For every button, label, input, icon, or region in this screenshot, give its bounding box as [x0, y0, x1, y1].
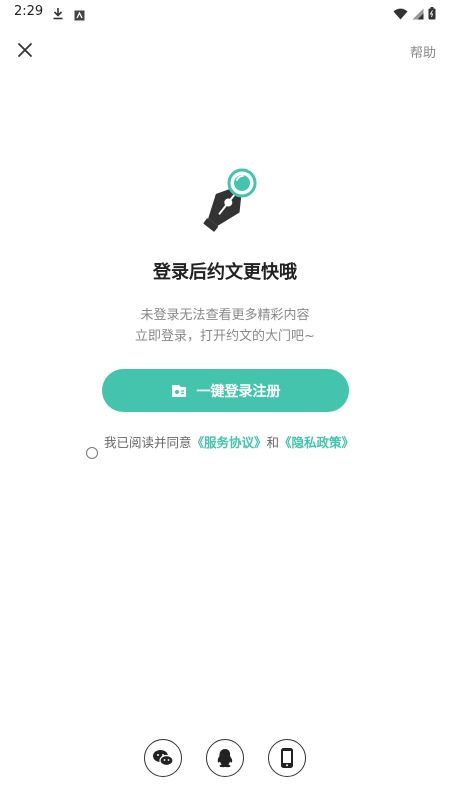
close-icon: [18, 43, 32, 57]
download-icon: [52, 5, 64, 24]
page-title: 登录后约文更快哦: [153, 262, 297, 283]
agreement-conjunction: 和: [266, 435, 280, 450]
phone-icon: [281, 748, 293, 768]
page-subtitle: 未登录无法查看更多精彩内容 立即登录，打开约文的大门吧~: [0, 305, 450, 347]
subtitle-line-2: 立即登录，打开约文的大门吧~: [135, 329, 315, 344]
wifi-icon: [393, 5, 408, 24]
login-button-label: 一键登录注册: [196, 383, 281, 400]
wechat-login-button[interactable]: [144, 739, 182, 777]
wechat-icon: [153, 750, 174, 767]
qq-icon: [217, 749, 233, 768]
service-agreement-link[interactable]: 《服务协议》: [192, 435, 267, 450]
status-bar: 2:29: [0, 0, 450, 24]
status-indicators: [393, 5, 436, 24]
social-login-row: [0, 739, 450, 777]
agreement-text: 我已阅读并同意《服务协议》和《隐私政策》: [104, 433, 366, 453]
subtitle-line-1: 未登录无法查看更多精彩内容: [140, 308, 310, 323]
agreement-checkbox[interactable]: [86, 447, 98, 459]
close-button[interactable]: [14, 39, 36, 61]
battery-icon: [428, 5, 436, 24]
phone-login-button[interactable]: [268, 739, 306, 777]
signal-icon: [412, 5, 424, 24]
app-notification-icon: [74, 6, 85, 25]
status-time: 2:29: [14, 4, 44, 19]
privacy-policy-link[interactable]: 《隐私政策》: [279, 435, 354, 450]
one-click-login-button[interactable]: 一键登录注册: [102, 369, 349, 412]
pen-nib-logo-icon: [203, 168, 257, 232]
id-card-icon: [171, 384, 187, 398]
agreement-prefix: 我已阅读并同意: [104, 435, 192, 450]
qq-login-button[interactable]: [206, 739, 244, 777]
app-logo: [194, 164, 260, 240]
help-link[interactable]: 帮助: [410, 42, 436, 61]
